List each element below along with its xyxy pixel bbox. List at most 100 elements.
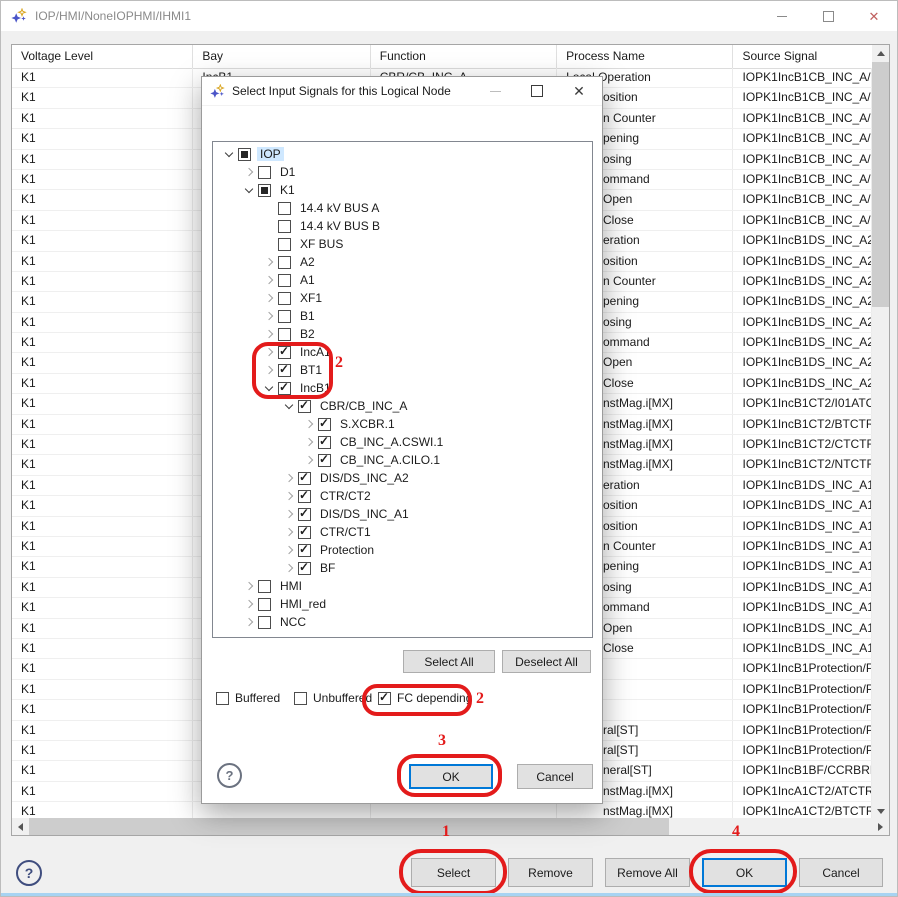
dialog-close-button[interactable]: ✕ xyxy=(558,77,600,105)
column-header-voltage-level[interactable]: Voltage Level xyxy=(12,45,193,68)
tree-checkbox[interactable] xyxy=(278,292,291,305)
tree-checkbox[interactable] xyxy=(298,544,311,557)
chevron-right-icon[interactable] xyxy=(261,256,276,268)
chevron-down-icon[interactable] xyxy=(221,148,236,160)
tree-item-b1[interactable]: B1 xyxy=(213,307,592,325)
tree-item-s-xcbr-1[interactable]: S.XCBR.1 xyxy=(213,415,592,433)
chevron-right-icon[interactable] xyxy=(241,616,256,628)
chevron-right-icon[interactable] xyxy=(301,436,316,448)
help-icon[interactable]: ? xyxy=(16,860,42,886)
tree-checkbox[interactable] xyxy=(298,508,311,521)
tree-item-hmi[interactable]: HMI xyxy=(213,577,592,595)
tree-checkbox[interactable] xyxy=(278,310,291,323)
tree-item-k1[interactable]: K1 xyxy=(213,181,592,199)
remove-all-button[interactable]: Remove All xyxy=(605,858,690,887)
scroll-right-arrow[interactable] xyxy=(872,818,889,835)
dialog-maximize-button[interactable] xyxy=(516,77,558,105)
chevron-right-icon[interactable] xyxy=(301,454,316,466)
tree-checkbox[interactable] xyxy=(298,490,311,503)
checkbox[interactable] xyxy=(378,692,391,705)
tree-checkbox[interactable] xyxy=(258,616,271,629)
chevron-right-icon[interactable] xyxy=(281,526,296,538)
vertical-scroll-thumb[interactable] xyxy=(872,62,889,307)
tree-checkbox[interactable] xyxy=(238,148,251,161)
tree-item-bt1[interactable]: BT1 xyxy=(213,361,592,379)
select-all-button[interactable]: Select All xyxy=(403,650,495,673)
tree-checkbox[interactable] xyxy=(258,580,271,593)
chevron-right-icon[interactable] xyxy=(261,328,276,340)
tree-item-ctr-ct1[interactable]: CTR/CT1 xyxy=(213,523,592,541)
tree-item-dis-ds-inc-a1[interactable]: DIS/DS_INC_A1 xyxy=(213,505,592,523)
scroll-up-arrow[interactable] xyxy=(872,45,889,62)
chevron-right-icon[interactable] xyxy=(281,562,296,574)
checkbox[interactable] xyxy=(216,692,229,705)
chevron-right-icon[interactable] xyxy=(261,364,276,376)
select-button[interactable]: Select xyxy=(411,858,496,887)
tree-item-14-4-kv-bus-a[interactable]: 14.4 kV BUS A xyxy=(213,199,592,217)
horizontal-scroll-thumb[interactable] xyxy=(29,818,669,835)
tree-item-inca1[interactable]: IncA1 xyxy=(213,343,592,361)
ok-button[interactable]: OK xyxy=(702,858,787,887)
tree-item-bf[interactable]: BF xyxy=(213,559,592,577)
tree-checkbox[interactable] xyxy=(298,472,311,485)
chevron-down-icon[interactable] xyxy=(241,184,256,196)
chevron-right-icon[interactable] xyxy=(281,544,296,556)
tree-item-incb1[interactable]: IncB1 xyxy=(213,379,592,397)
tree-item-ctr-ct2[interactable]: CTR/CT2 xyxy=(213,487,592,505)
column-header-process-name[interactable]: Process Name xyxy=(557,45,733,68)
tree-checkbox[interactable] xyxy=(278,238,291,251)
cancel-button[interactable]: Cancel xyxy=(799,858,883,887)
tree-item-xf1[interactable]: XF1 xyxy=(213,289,592,307)
tree-item-cb-inc-a-cilo-1[interactable]: CB_INC_A.CILO.1 xyxy=(213,451,592,469)
tree-item-d1[interactable]: D1 xyxy=(213,163,592,181)
tree-item-cbr-cb-inc-a[interactable]: CBR/CB_INC_A xyxy=(213,397,592,415)
tree-checkbox[interactable] xyxy=(278,328,291,341)
option-unbuffered[interactable]: Unbuffered xyxy=(292,691,372,705)
tree-item-a2[interactable]: A2 xyxy=(213,253,592,271)
chevron-right-icon[interactable] xyxy=(261,310,276,322)
tree-checkbox[interactable] xyxy=(318,454,331,467)
tree-checkbox[interactable] xyxy=(278,202,291,215)
column-header-source-signal[interactable]: Source Signal xyxy=(733,45,872,68)
vertical-scrollbar[interactable] xyxy=(872,45,889,820)
scroll-left-arrow[interactable] xyxy=(12,818,29,835)
remove-button[interactable]: Remove xyxy=(508,858,593,887)
tree-item-xf-bus[interactable]: XF BUS xyxy=(213,235,592,253)
dialog-cancel-button[interactable]: Cancel xyxy=(517,764,593,789)
tree-item-cb-inc-a-cswi-1[interactable]: CB_INC_A.CSWI.1 xyxy=(213,433,592,451)
tree-checkbox[interactable] xyxy=(278,220,291,233)
chevron-right-icon[interactable] xyxy=(241,166,256,178)
tree-item-14-4-kv-bus-b[interactable]: 14.4 kV BUS B xyxy=(213,217,592,235)
option-buffered[interactable]: Buffered xyxy=(214,691,280,705)
option-fc-depending[interactable]: FC depending xyxy=(376,691,472,705)
chevron-right-icon[interactable] xyxy=(281,472,296,484)
tree-checkbox[interactable] xyxy=(258,184,271,197)
tree-checkbox[interactable] xyxy=(298,562,311,575)
tree-item-ncc[interactable]: NCC xyxy=(213,613,592,631)
tree-checkbox[interactable] xyxy=(318,436,331,449)
tree-item-a1[interactable]: A1 xyxy=(213,271,592,289)
tree-item-b2[interactable]: B2 xyxy=(213,325,592,343)
dialog-ok-button[interactable]: OK xyxy=(409,764,493,789)
tree-checkbox[interactable] xyxy=(258,598,271,611)
close-button[interactable]: ✕ xyxy=(851,1,897,31)
checkbox[interactable] xyxy=(294,692,307,705)
column-header-function[interactable]: Function xyxy=(371,45,557,68)
chevron-down-icon[interactable] xyxy=(261,382,276,394)
tree-checkbox[interactable] xyxy=(258,166,271,179)
tree-checkbox[interactable] xyxy=(318,418,331,431)
column-header-bay[interactable]: Bay xyxy=(193,45,370,68)
tree-checkbox[interactable] xyxy=(298,400,311,413)
chevron-right-icon[interactable] xyxy=(281,508,296,520)
minimize-button[interactable] xyxy=(759,1,805,31)
chevron-right-icon[interactable] xyxy=(261,346,276,358)
chevron-right-icon[interactable] xyxy=(241,580,256,592)
chevron-right-icon[interactable] xyxy=(281,490,296,502)
tree-checkbox[interactable] xyxy=(298,526,311,539)
tree-item-hmi-red[interactable]: HMI_red xyxy=(213,595,592,613)
maximize-button[interactable] xyxy=(805,1,851,31)
dialog-minimize-button[interactable] xyxy=(474,77,516,105)
tree-item-dis-ds-inc-a2[interactable]: DIS/DS_INC_A2 xyxy=(213,469,592,487)
chevron-right-icon[interactable] xyxy=(301,418,316,430)
tree-checkbox[interactable] xyxy=(278,256,291,269)
